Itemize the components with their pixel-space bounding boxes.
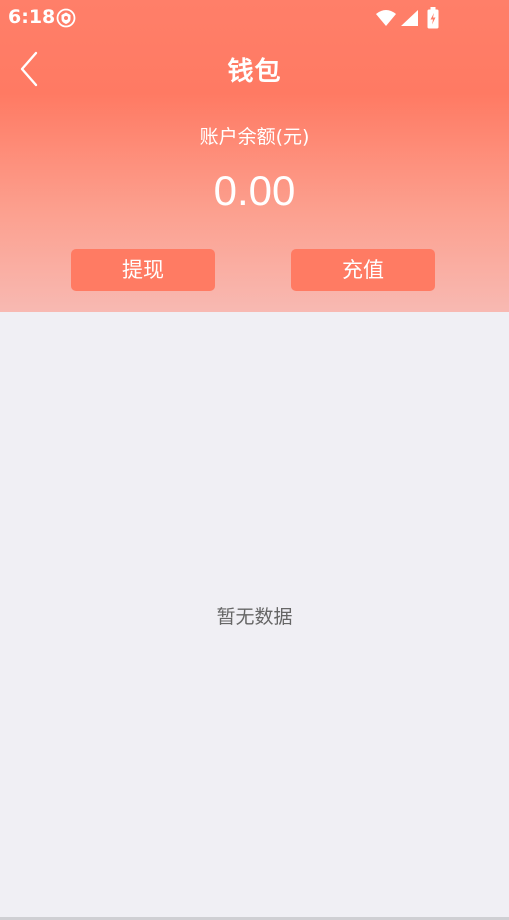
empty-state-text: 暂无数据 (216, 606, 293, 628)
status-icons (375, 7, 475, 29)
balance-label: 账户余额(元) (199, 126, 310, 148)
signal-icon (399, 9, 419, 31)
wallet-header: 6:18 钱包 账户余额(元) 0.00 提现 充值 (0, 0, 509, 312)
battery-icon (427, 7, 439, 33)
status-bar: 6:18 (0, 0, 509, 36)
page-title: 钱包 (227, 57, 282, 87)
app-badge-icon (56, 8, 76, 28)
status-time: 6:18 (8, 6, 56, 28)
transaction-list: 暂无数据 (0, 312, 509, 918)
balance-value: 0.00 (213, 167, 296, 214)
wifi-icon (375, 9, 397, 31)
recharge-button[interactable]: 充值 (291, 249, 435, 291)
withdraw-button[interactable]: 提现 (71, 249, 215, 291)
